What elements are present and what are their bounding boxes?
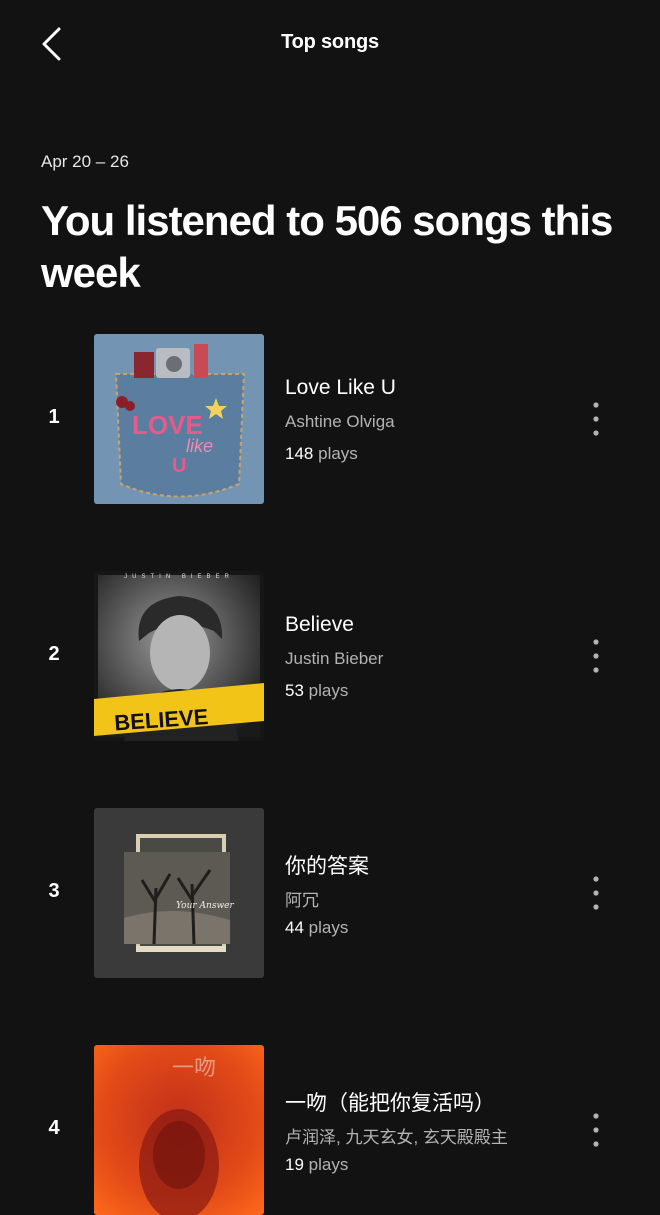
- song-row-4[interactable]: 4 一吻 一吻（能把你复活吗） 卢润泽, 九天玄女, 玄天殿殿主 19 play…: [0, 1045, 660, 1215]
- song-plays: 44 plays: [285, 918, 348, 938]
- song-plays: 53 plays: [285, 681, 348, 701]
- summary-headline: You listened to 506 songs this week: [41, 197, 613, 296]
- date-range: Apr 20 – 26: [41, 152, 129, 171]
- play-count: 148: [285, 444, 314, 463]
- more-options-button[interactable]: [580, 871, 612, 915]
- song-title: 一吻（能把你复活吗）: [285, 1092, 495, 1115]
- song-artist: 阿冗: [285, 891, 319, 910]
- plays-label: plays: [318, 444, 358, 463]
- album-cover-believe: JUSTIN BIEBER BELIEVE: [94, 571, 264, 741]
- song-rank: 4: [48, 1117, 60, 1139]
- plays-label: plays: [308, 1155, 349, 1174]
- song-title: Love Like U: [285, 376, 396, 399]
- song-rank: 2: [48, 643, 60, 665]
- plays-label: plays: [308, 681, 349, 700]
- song-title: 你的答案: [285, 855, 369, 878]
- song-row-2[interactable]: 2 JUSTIN BIEBER BELIEVE Believe Justin B…: [0, 571, 660, 741]
- svg-text:Your Answer: Your Answer: [176, 901, 234, 911]
- song-plays: 148 plays: [285, 444, 358, 464]
- album-cover-yi-wen: 一吻: [94, 1045, 264, 1215]
- song-plays: 19 plays: [285, 1155, 348, 1175]
- song-rank: 3: [48, 880, 60, 902]
- more-options-button[interactable]: [580, 634, 612, 678]
- album-cover-love-like-u: LOVE like U: [94, 334, 264, 504]
- top-bar: Top songs: [0, 0, 660, 88]
- play-count: 19: [285, 1155, 304, 1174]
- more-options-button[interactable]: [580, 397, 612, 441]
- song-artist: 卢润泽, 九天玄女, 玄天殿殿主: [285, 1128, 508, 1147]
- more-vertical-icon: [593, 402, 599, 436]
- plays-label: plays: [308, 918, 349, 937]
- song-artist: Justin Bieber: [285, 649, 384, 668]
- more-vertical-icon: [593, 876, 599, 910]
- more-vertical-icon: [593, 1113, 599, 1147]
- svg-text:一吻: 一吻: [172, 1056, 216, 1081]
- play-count: 53: [285, 681, 304, 700]
- song-artist: Ashtine Olviga: [285, 412, 395, 431]
- song-row-3[interactable]: 3 Your Answer 你的答案 阿冗 44 plays: [0, 808, 660, 978]
- song-title: Believe: [285, 613, 354, 636]
- song-row-1[interactable]: 1 LOVE like U Love Like U Ashtine Olviga…: [0, 334, 660, 504]
- more-vertical-icon: [593, 639, 599, 673]
- play-count: 44: [285, 918, 304, 937]
- album-cover-ni-de-da-an: Your Answer: [94, 808, 264, 978]
- svg-text:U: U: [172, 455, 186, 477]
- song-rank: 1: [48, 406, 60, 428]
- more-options-button[interactable]: [580, 1108, 612, 1152]
- page-title: Top songs: [281, 31, 379, 53]
- svg-text:JUSTIN BIEBER: JUSTIN BIEBER: [124, 574, 234, 580]
- svg-text:like: like: [186, 436, 213, 456]
